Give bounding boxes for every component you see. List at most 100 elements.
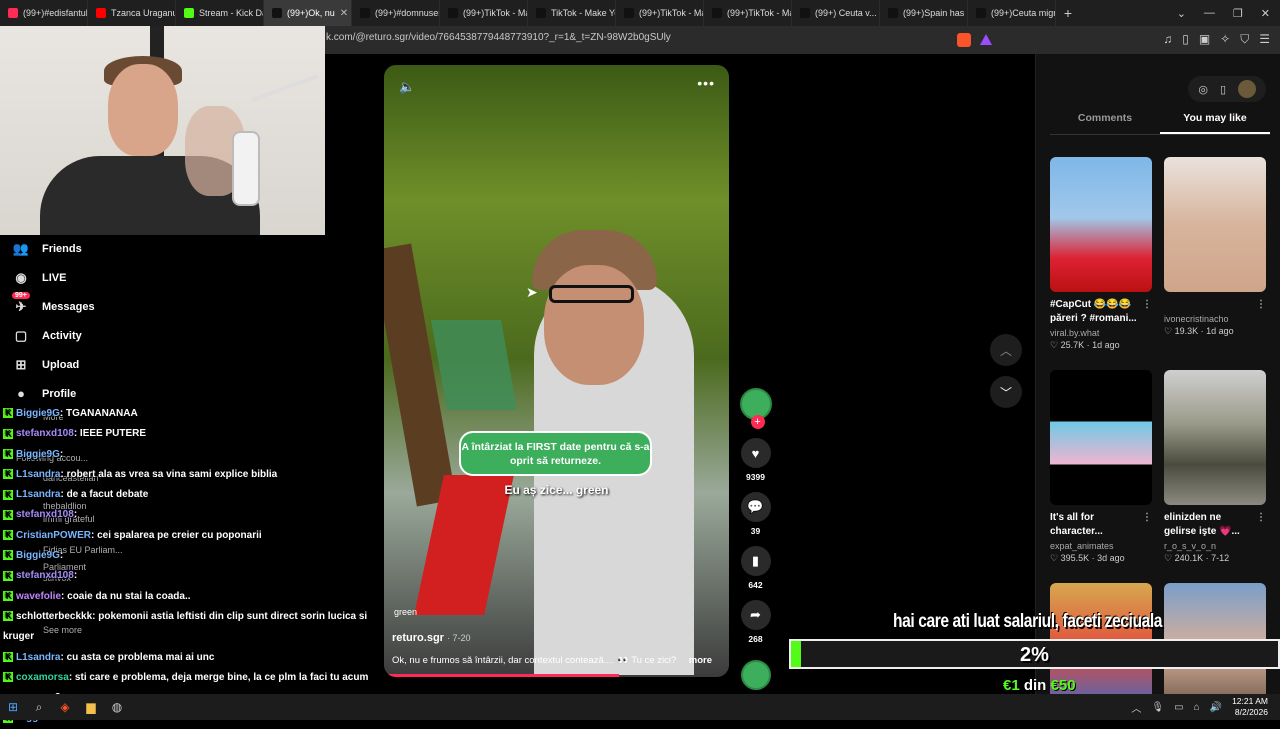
recommended-video-card[interactable]: ⋮ ivonecristinacho ♡ 19.3K · 1d ago bbox=[1164, 157, 1266, 337]
recommended-video-card[interactable]: It's all for character... ⋮ expat_animates… bbox=[1050, 370, 1152, 564]
browser-tab[interactable]: Stream - Kick Da... bbox=[176, 0, 264, 26]
tab-you-may-like[interactable]: You may like bbox=[1160, 104, 1270, 134]
files-icon[interactable]: ▆ bbox=[78, 694, 104, 720]
more-options-icon[interactable]: ••• bbox=[697, 75, 715, 91]
browser-tab[interactable]: (99+)TikTok - Ma... bbox=[440, 0, 528, 26]
card-title[interactable]: elinizden ne gelirse işte 💗... ⋮ bbox=[1164, 511, 1266, 539]
chat-username[interactable]: L1sandra bbox=[16, 489, 60, 500]
video-thumbnail[interactable] bbox=[1164, 157, 1266, 292]
browser-tab[interactable]: (99+)TikTok - Ma... bbox=[704, 0, 792, 26]
share-icon[interactable]: ➦ bbox=[740, 600, 771, 630]
video-thumbnail[interactable] bbox=[1164, 370, 1266, 505]
card-more-icon[interactable]: ⋮ bbox=[1142, 298, 1152, 312]
chat-username[interactable]: coxamorsa bbox=[16, 672, 69, 683]
video-player[interactable]: 🔈 ••• A întârziat la FIRST date pentru c… bbox=[384, 65, 729, 677]
system-tray: ︿ 🎙 ▭ ⌂ 🔊 12:21 AM 8/2/2026 bbox=[1131, 696, 1280, 718]
chat-username[interactable]: Biggie9G bbox=[16, 449, 60, 460]
chat-username[interactable]: schlotterbeckkk bbox=[16, 611, 92, 622]
chat-username[interactable]: Biggie9G bbox=[16, 408, 60, 419]
compass-icon[interactable]: ◎ bbox=[1198, 83, 1208, 96]
video-thumbnail[interactable] bbox=[1050, 370, 1152, 505]
browser-tab[interactable]: (99+)Spain has s... bbox=[880, 0, 968, 26]
recommended-video-card[interactable]: elinizden ne gelirse işte 💗... ⋮ r_o_s_v_o… bbox=[1164, 370, 1266, 564]
save-count: 642 bbox=[748, 580, 763, 590]
chat-username[interactable]: stefanxd108 bbox=[16, 570, 74, 581]
previous-video-button[interactable]: ︿ bbox=[990, 334, 1022, 366]
comment-icon[interactable]: 💬 bbox=[740, 492, 771, 522]
phone-icon[interactable]: ▯ bbox=[1220, 83, 1226, 96]
follow-plus-icon[interactable]: + bbox=[750, 415, 765, 429]
chat-username[interactable]: L1sandra bbox=[16, 652, 60, 663]
leo-icon[interactable]: ✧ bbox=[1220, 32, 1230, 47]
tray-chevron-icon[interactable]: ︿ bbox=[1131, 700, 1141, 715]
card-author[interactable]: expat_animates bbox=[1050, 541, 1152, 551]
card-author[interactable]: r_o_s_v_o_n bbox=[1164, 541, 1266, 551]
browser-tab[interactable]: (99+)TikTok - Ma... bbox=[616, 0, 704, 26]
sidebar-item-messages[interactable]: ✈ 99+ Messages bbox=[12, 291, 312, 321]
browser-tab[interactable]: (99+) Ceuta v... bbox=[792, 0, 880, 26]
like-icon[interactable]: ♥ bbox=[740, 438, 771, 468]
tab-comments[interactable]: Comments bbox=[1050, 104, 1160, 134]
card-author[interactable]: viral.by.what bbox=[1050, 328, 1152, 338]
vpn-icon[interactable]: ⛉ bbox=[1240, 32, 1249, 47]
start-icon[interactable]: ⊞ bbox=[0, 694, 26, 720]
more-link[interactable]: more bbox=[689, 655, 712, 666]
upload-icon: ⊞ bbox=[12, 357, 30, 373]
display-icon[interactable]: ▭ bbox=[1174, 702, 1183, 713]
search-icon[interactable]: ⌕ bbox=[26, 694, 52, 720]
browser-tab[interactable]: (99+)#domnuser... bbox=[352, 0, 440, 26]
donation-percent: 2% bbox=[1020, 644, 1049, 666]
chat-username[interactable]: Biggie9G bbox=[16, 550, 60, 561]
speaker-icon[interactable]: 🔊 bbox=[1210, 702, 1222, 713]
url-field[interactable]: k.com/@returo.sgr/video/7664538779448773… bbox=[326, 32, 671, 43]
sidebar-item-activity[interactable]: ▢ Activity bbox=[12, 321, 312, 350]
card-more-icon[interactable]: ⋮ bbox=[1256, 511, 1266, 525]
volume-icon[interactable]: 🔈 bbox=[399, 79, 415, 95]
card-title[interactable]: ⋮ bbox=[1164, 298, 1266, 312]
user-avatar[interactable] bbox=[1238, 80, 1256, 98]
chat-username[interactable]: CristianPOWER bbox=[16, 530, 91, 541]
sidebar-item-friends[interactable]: 👥 Friends bbox=[12, 234, 312, 263]
sidebar-item-live[interactable]: ◉ LIVE bbox=[12, 263, 312, 292]
brave-rewards-icon[interactable] bbox=[980, 34, 992, 45]
media-icon[interactable]: ♫ bbox=[1163, 32, 1172, 47]
card-more-icon[interactable]: ⋮ bbox=[1256, 298, 1266, 312]
browser-icon[interactable]: ◈ bbox=[52, 694, 78, 720]
chat-username[interactable]: wavefolie bbox=[16, 591, 61, 602]
obs-icon[interactable]: ◍ bbox=[104, 694, 130, 720]
browser-tab[interactable]: Tzanca Uraganu bbox=[88, 0, 176, 26]
sound-disc-icon[interactable] bbox=[740, 660, 771, 690]
minimize-icon[interactable]: — bbox=[1204, 7, 1215, 20]
browser-tab[interactable]: (99+)#edisfantul... bbox=[0, 0, 88, 26]
card-author[interactable]: ivonecristinacho bbox=[1164, 314, 1266, 324]
network-icon[interactable]: ⌂ bbox=[1194, 702, 1200, 713]
recommended-video-card[interactable]: #CapCut 😂😂😂 păreri ? #romani... ⋮ viral.by… bbox=[1050, 157, 1152, 351]
browser-tab[interactable]: TikTok - Make Yo... bbox=[528, 0, 616, 26]
browser-tab[interactable]: (99+)Ceuta migr... bbox=[968, 0, 1056, 26]
card-title[interactable]: #CapCut 😂😂😂 păreri ? #romani... ⋮ bbox=[1050, 298, 1152, 326]
microphone-image bbox=[232, 131, 260, 206]
card-more-icon[interactable]: ⋮ bbox=[1142, 511, 1152, 525]
next-video-button[interactable]: ﹀ bbox=[990, 376, 1022, 408]
close-tab-icon[interactable]: ✕ bbox=[340, 8, 348, 19]
wallet-icon[interactable]: ▣ bbox=[1199, 32, 1210, 47]
sidebar-item-upload[interactable]: ⊞ Upload bbox=[12, 350, 312, 379]
creator-avatar[interactable]: + bbox=[739, 388, 772, 429]
browser-tab[interactable]: (99+)Ok, nu ✕ bbox=[264, 0, 352, 26]
maximize-icon[interactable]: ❐ bbox=[1233, 7, 1243, 20]
clock[interactable]: 12:21 AM 8/2/2026 bbox=[1232, 696, 1268, 718]
sidebar-icon[interactable]: ▯ bbox=[1182, 32, 1189, 47]
new-tab-button[interactable]: + bbox=[1056, 5, 1080, 21]
bookmark-icon[interactable]: ▮ bbox=[740, 546, 771, 576]
brave-shield-icon[interactable] bbox=[957, 33, 971, 47]
chat-username[interactable]: stefanxd108 bbox=[16, 509, 74, 520]
chat-username[interactable]: stefanxd108 bbox=[16, 428, 74, 439]
chat-message: K Biggie9G: TGANANANAA bbox=[3, 404, 423, 424]
menu-icon[interactable]: ☰ bbox=[1259, 32, 1270, 47]
close-window-icon[interactable]: ✕ bbox=[1261, 7, 1270, 20]
chat-username[interactable]: L1sandra bbox=[16, 469, 60, 480]
mic-icon[interactable]: 🎙 bbox=[1151, 702, 1164, 713]
card-title[interactable]: It's all for character... ⋮ bbox=[1050, 511, 1152, 539]
video-thumbnail[interactable] bbox=[1050, 157, 1152, 292]
tab-search-icon[interactable]: ⌄ bbox=[1177, 7, 1186, 20]
